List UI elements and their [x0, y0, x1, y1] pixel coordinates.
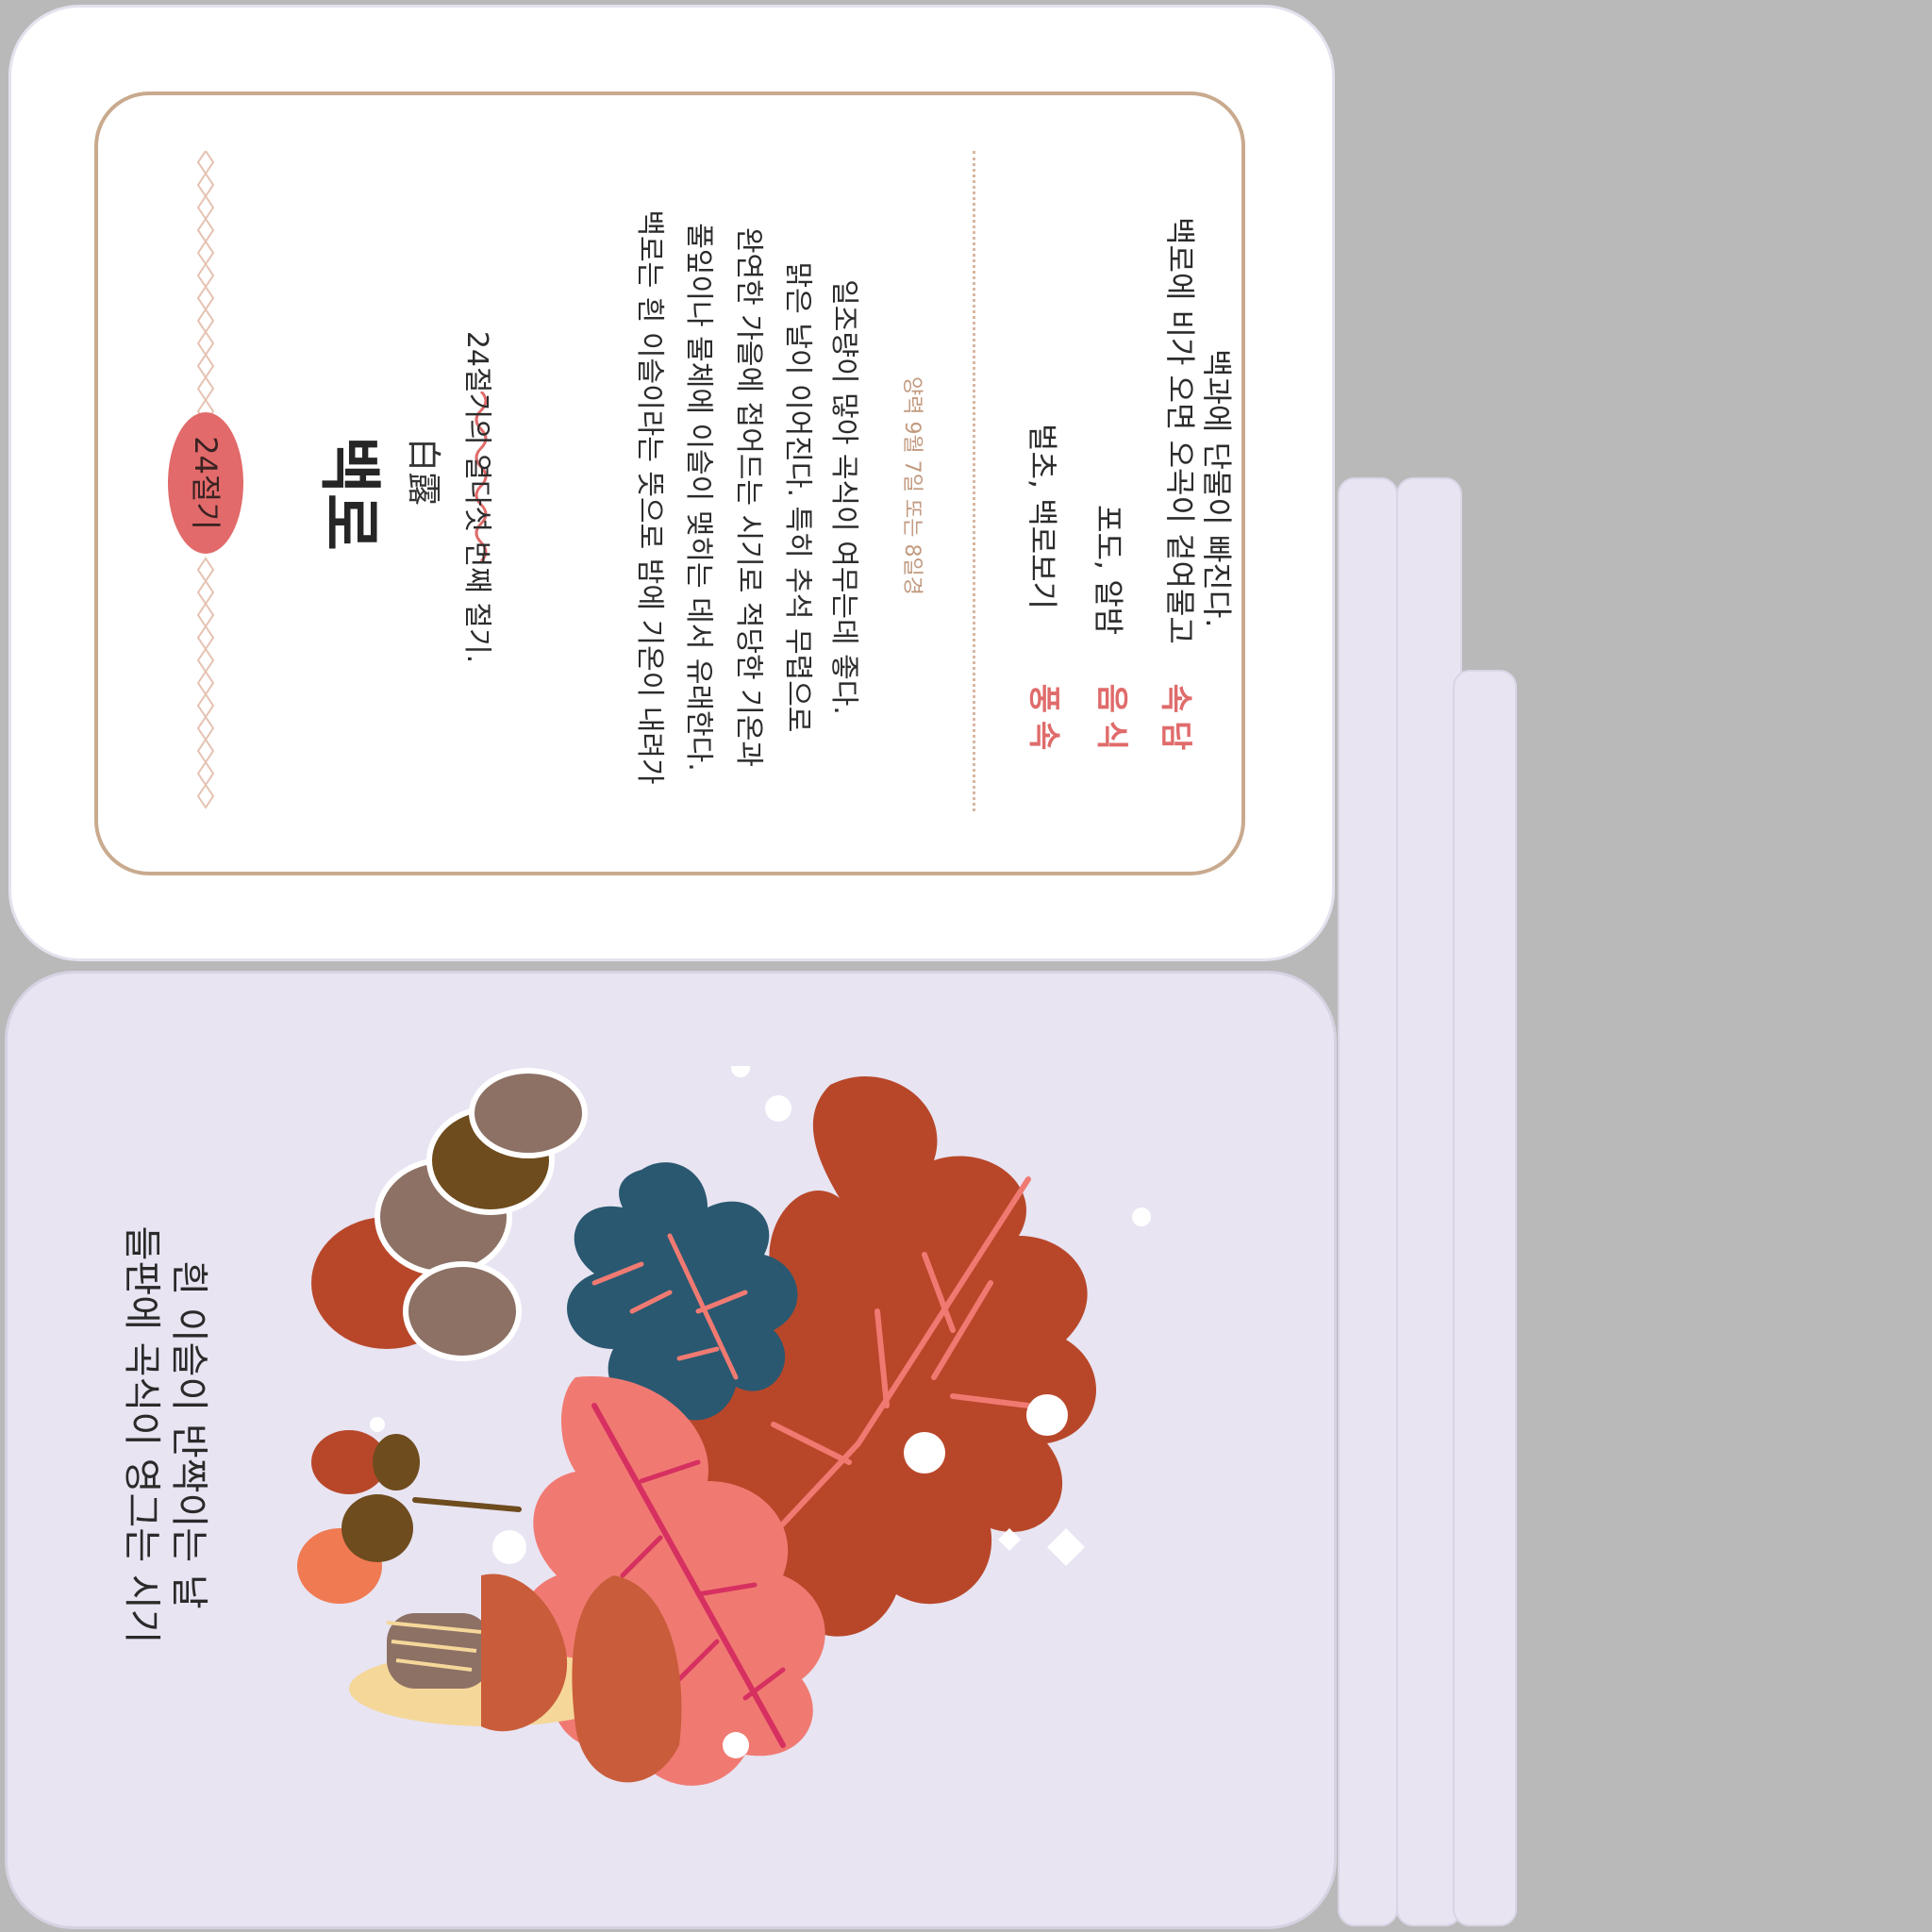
desc-line-5: 맑은 날이 이어진다. 특히 추석 무렵으로 — [781, 261, 814, 733]
custom-value-1: 벌초, 백로보기 — [1024, 424, 1060, 609]
custom-label-1: 풍속 — [1024, 683, 1062, 758]
custom-label-2: 음식 — [1092, 683, 1130, 758]
desc-line-3: 풀잎이나 물체에 이슬이 맺히는 데서 유래한다. — [682, 223, 715, 772]
page-title: 백로 — [313, 436, 386, 551]
title-hanja: 白露 — [404, 437, 442, 506]
mushroom-icon — [349, 1574, 682, 1783]
desc-line-2: 백로는 흰 이슬이라는 뜻으로 밤에 기온이 내려가 — [633, 209, 666, 785]
pine-cone-icon — [311, 1068, 588, 1361]
custom-value-2: 포도, 알밤 — [1091, 505, 1126, 636]
card-stub-3 — [1453, 670, 1517, 1926]
desc-line-6: 일조량이 많아 곡식이 여무는데 좋다. — [827, 279, 860, 715]
card-stub-1 — [1338, 477, 1398, 1926]
dotted-divider-icon — [973, 151, 975, 811]
desc-line-1: 24절기의 열다섯 번째 절기. — [460, 330, 493, 664]
custom-value-3b: 백과에 단물이 빠진다. — [1199, 349, 1235, 628]
badge-label: 24절기 — [188, 436, 224, 530]
date-note: 양력 9월 7일 또는 8일경 — [900, 376, 924, 595]
info-card-frame — [94, 92, 1245, 875]
autumn-illustration — [297, 1066, 1151, 1786]
custom-label-3: 속담 — [1157, 683, 1194, 758]
custom-value-3: 백로에 비가 오면 오곡이 겉여물고 — [1162, 217, 1198, 644]
desc-line-4: 완연한 가을에 접어드는 시기로 적당한 기온과 — [732, 226, 765, 768]
caption-line-1: 들판에 곡식이 영그는 시기 — [120, 1225, 163, 1644]
caption-line-2: 흰 이슬이 반짝이는 날 — [167, 1260, 210, 1609]
